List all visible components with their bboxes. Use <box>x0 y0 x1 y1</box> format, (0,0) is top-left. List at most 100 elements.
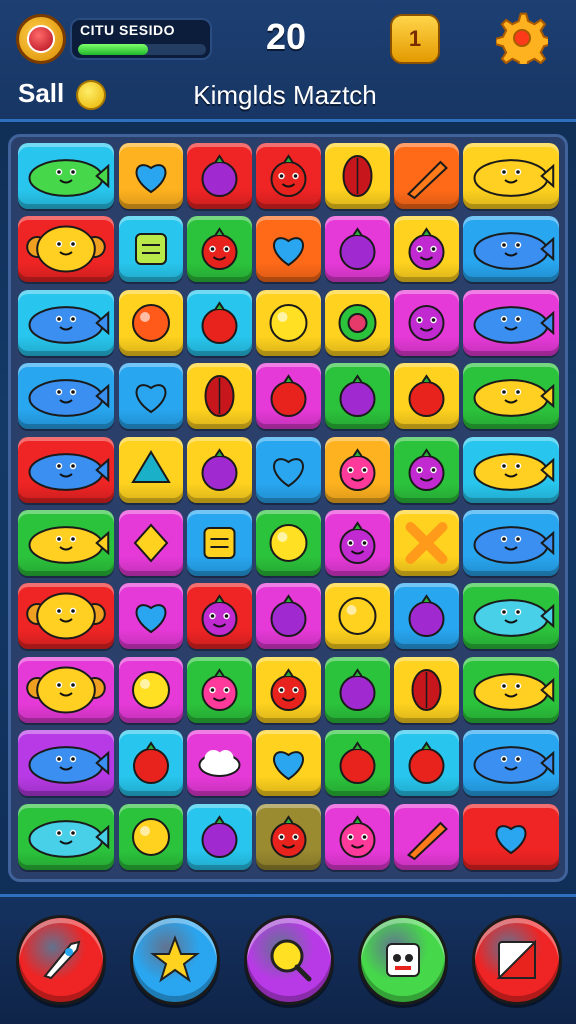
tile-dolphin[interactable] <box>18 803 114 870</box>
tile-berry[interactable] <box>325 363 390 430</box>
tile-leaf[interactable] <box>394 656 459 723</box>
tile-heart[interactable] <box>256 216 321 283</box>
tile-heart[interactable] <box>256 436 321 503</box>
tile-ball[interactable] <box>256 289 321 356</box>
tile-dolphin[interactable] <box>463 583 559 650</box>
tile-berry[interactable] <box>187 143 252 209</box>
tile-blob[interactable] <box>394 216 459 283</box>
tile-heart[interactable] <box>119 143 183 209</box>
game-title: Kimglds Maztch <box>193 80 377 110</box>
tile-gem[interactable] <box>119 436 183 503</box>
tile-monkey[interactable] <box>18 216 114 283</box>
whale-icon <box>473 232 555 271</box>
star-icon <box>150 935 200 983</box>
tile-leaf[interactable] <box>325 143 390 209</box>
tile-apple[interactable] <box>187 289 252 356</box>
rocket-powerup-button[interactable] <box>16 915 106 1005</box>
tile-strawberry[interactable] <box>256 656 321 723</box>
magnifier-powerup-button[interactable] <box>244 915 334 1005</box>
tile-swirl[interactable] <box>119 289 183 356</box>
tile-strawberry[interactable] <box>256 803 321 870</box>
tile-berry[interactable] <box>325 656 390 723</box>
tile-ball[interactable] <box>256 510 321 576</box>
shuffle-powerup-button[interactable] <box>472 915 562 1005</box>
rocket-icon <box>43 940 81 980</box>
fish-icon <box>473 159 555 197</box>
tile-whale[interactable] <box>18 289 114 356</box>
tile-whale[interactable] <box>463 510 559 576</box>
tile-cross[interactable] <box>394 510 459 576</box>
tile-lemon[interactable] <box>325 583 390 650</box>
tile-whale[interactable] <box>463 216 559 283</box>
tile-strawberry[interactable] <box>256 143 321 209</box>
tile-carrot[interactable] <box>394 803 459 870</box>
tile-flower[interactable] <box>394 289 459 356</box>
tile-apple[interactable] <box>394 730 459 797</box>
blob-icon <box>201 594 238 638</box>
robot-icon <box>386 943 420 977</box>
tile-heart[interactable] <box>256 730 321 797</box>
tile-berry[interactable] <box>187 803 252 870</box>
tile-fish[interactable] <box>18 510 114 576</box>
fish-icon <box>473 379 555 418</box>
tile-berry[interactable] <box>394 583 459 650</box>
magnifier-icon <box>270 939 312 982</box>
tile-frog[interactable] <box>18 143 114 209</box>
berry-icon <box>270 594 307 638</box>
swirl-icon <box>132 303 170 342</box>
avatar-badge-icon[interactable] <box>16 14 66 64</box>
tile-apple[interactable] <box>256 363 321 430</box>
gear-icon[interactable] <box>496 12 548 64</box>
tile-apple[interactable] <box>394 363 459 430</box>
tile-fish[interactable] <box>463 363 559 430</box>
coins-label: Sall <box>18 78 65 108</box>
tile-monkey[interactable] <box>18 583 114 650</box>
goal-badge-icon[interactable]: 1 <box>390 14 440 64</box>
tile-berry[interactable] <box>256 583 321 650</box>
tile-heart[interactable] <box>119 583 183 650</box>
apple-icon <box>270 374 307 418</box>
tile-fish[interactable] <box>463 436 559 503</box>
tile-berry[interactable] <box>187 436 252 503</box>
tile-berry[interactable] <box>325 216 390 283</box>
cat-icon <box>339 814 376 858</box>
tile-fish[interactable] <box>463 143 559 209</box>
tile-whale[interactable] <box>18 436 114 503</box>
tile-cat[interactable] <box>325 436 390 503</box>
tile-cat[interactable] <box>325 803 390 870</box>
blob-icon <box>408 447 445 491</box>
tile-whale[interactable] <box>18 363 114 430</box>
heart-icon <box>135 604 167 634</box>
cat-icon <box>339 447 376 491</box>
tile-blob[interactable] <box>325 510 390 576</box>
tile-diamond[interactable] <box>119 510 183 576</box>
tile-lemon[interactable] <box>119 803 183 870</box>
tile-box[interactable] <box>119 216 183 283</box>
tile-heart[interactable] <box>463 803 559 870</box>
tile-cat[interactable] <box>187 656 252 723</box>
tile-apple[interactable] <box>119 730 183 797</box>
tile-apple[interactable] <box>325 730 390 797</box>
star-powerup-button[interactable] <box>130 915 220 1005</box>
top-hud: CITU SESIDO 20 1 Sall Kimglds Maztch <box>0 0 576 122</box>
tile-blob[interactable] <box>187 583 252 650</box>
tile-strawberry[interactable] <box>187 216 252 283</box>
tile-note[interactable] <box>187 510 252 576</box>
level-progress-panel: CITU SESIDO <box>70 18 212 60</box>
tile-fish[interactable] <box>463 656 559 723</box>
tile-ring[interactable] <box>325 289 390 356</box>
robot-powerup-button[interactable] <box>358 915 448 1005</box>
tile-whale[interactable] <box>18 730 114 797</box>
tile-monkey[interactable] <box>18 656 114 723</box>
monkey-icon <box>26 592 106 640</box>
tile-leaf[interactable] <box>187 363 252 430</box>
whale-icon <box>28 305 110 344</box>
tile-ball[interactable] <box>119 656 183 723</box>
tile-whale[interactable] <box>463 289 559 356</box>
tile-cloud[interactable] <box>187 730 252 797</box>
apple-icon <box>408 741 445 785</box>
tile-carrot[interactable] <box>394 143 459 209</box>
tile-whale[interactable] <box>463 730 559 797</box>
tile-blob[interactable] <box>394 436 459 503</box>
tile-heart[interactable] <box>119 363 183 430</box>
